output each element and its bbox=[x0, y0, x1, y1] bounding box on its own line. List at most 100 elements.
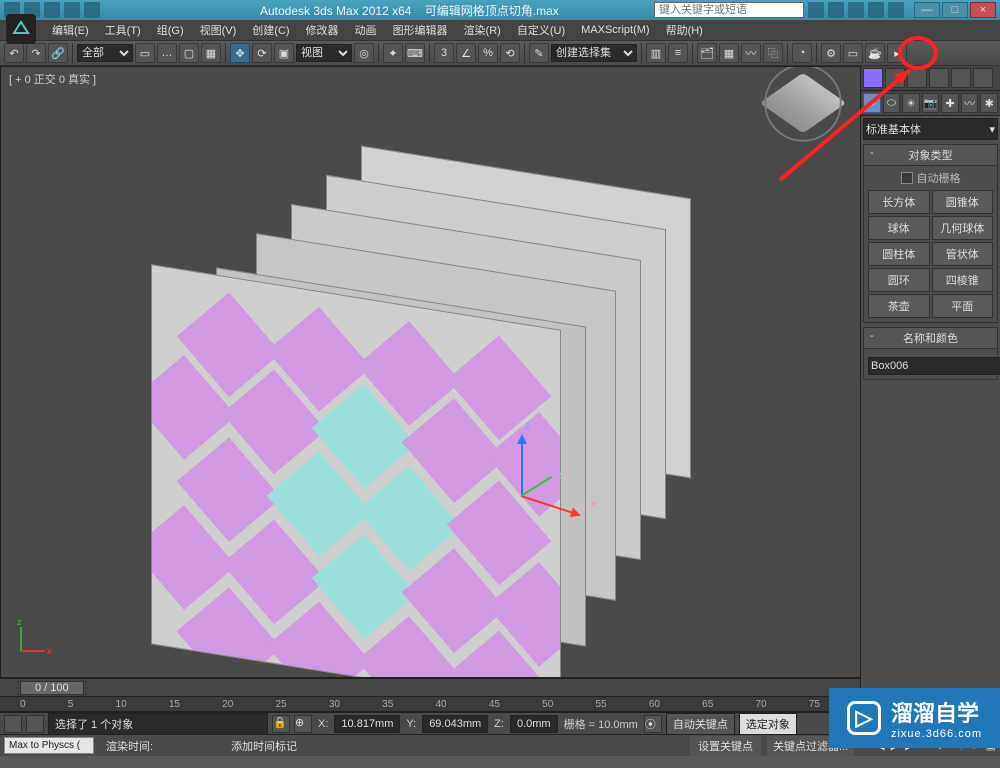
viewcube[interactable] bbox=[760, 73, 847, 134]
link-button[interactable]: 🔗 bbox=[48, 43, 68, 63]
select-and-rotate-button[interactable]: ⟳ bbox=[252, 43, 272, 63]
qat-save-icon[interactable] bbox=[44, 2, 60, 18]
subtab-cameras[interactable]: 📷 bbox=[922, 93, 940, 113]
mirror-button[interactable]: ▥ bbox=[646, 43, 666, 63]
subtab-spacewarps[interactable]: 〰 bbox=[961, 93, 979, 113]
snap-toggle-button[interactable]: 3 bbox=[434, 43, 454, 63]
status-isolate-icon[interactable] bbox=[26, 715, 44, 733]
qat-undo-icon[interactable] bbox=[64, 2, 80, 18]
tab-modify[interactable] bbox=[885, 68, 905, 88]
viewport-label[interactable]: [ + 0 正交 0 真实 ] bbox=[9, 71, 96, 87]
tab-hierarchy[interactable] bbox=[907, 68, 927, 88]
absolute-mode-icon[interactable]: ⊕ bbox=[294, 715, 312, 733]
use-pivot-center-button[interactable]: ◎ bbox=[354, 43, 374, 63]
subtab-lights[interactable]: ☀ bbox=[902, 93, 920, 113]
edit-named-selections-button[interactable]: ✎ bbox=[529, 43, 549, 63]
render-setup-button[interactable]: ⚙ bbox=[821, 43, 841, 63]
autokey-button[interactable]: 自动关键点 bbox=[666, 713, 735, 735]
menu-group[interactable]: 组(G) bbox=[149, 20, 192, 40]
percent-snap-button[interactable]: % bbox=[478, 43, 498, 63]
menu-rendering[interactable]: 渲染(R) bbox=[456, 20, 509, 40]
tab-display[interactable] bbox=[951, 68, 971, 88]
undo-button[interactable]: ↶ bbox=[4, 43, 24, 63]
graphite-tools-button[interactable]: ▦ bbox=[719, 43, 739, 63]
menu-grapheditors[interactable]: 图形编辑器 bbox=[385, 20, 456, 40]
qat-redo-icon[interactable] bbox=[84, 2, 100, 18]
set-key-button[interactable]: 设置关键点 bbox=[690, 736, 761, 756]
prim-geosphere-button[interactable]: 几何球体 bbox=[932, 216, 994, 240]
render-iterative-button[interactable]: ▸ bbox=[887, 43, 907, 63]
maxscript-mini-listener[interactable] bbox=[4, 737, 94, 754]
menu-animation[interactable]: 动画 bbox=[347, 20, 385, 40]
menu-maxscript[interactable]: MAXScript(M) bbox=[573, 22, 657, 38]
subtab-helpers[interactable]: ✚ bbox=[941, 93, 959, 113]
prim-cone-button[interactable]: 圆锥体 bbox=[932, 190, 994, 214]
curve-editor-button[interactable]: 〰 bbox=[741, 43, 761, 63]
select-by-name-button[interactable]: … bbox=[157, 43, 177, 63]
subtab-systems[interactable]: ✱ bbox=[980, 93, 998, 113]
viewport[interactable]: [ + 0 正交 0 真实 ] bbox=[0, 66, 1000, 678]
select-and-move-button[interactable]: ✥ bbox=[230, 43, 250, 63]
coord-y-input[interactable]: 69.043mm bbox=[422, 715, 488, 733]
menu-modifiers[interactable]: 修改器 bbox=[298, 20, 347, 40]
infocenter-search-icon[interactable] bbox=[808, 2, 824, 18]
coord-z-input[interactable]: 0.0mm bbox=[510, 715, 558, 733]
help-icon[interactable] bbox=[888, 2, 904, 18]
add-time-tag-label[interactable]: 添加时间标记 bbox=[231, 738, 297, 754]
schematic-view-button[interactable]: ⿻ bbox=[763, 43, 783, 63]
rollout-header[interactable]: 对象类型 bbox=[864, 145, 997, 166]
menu-create[interactable]: 创建(C) bbox=[244, 20, 297, 40]
status-lock-icon[interactable] bbox=[4, 715, 22, 733]
prim-sphere-button[interactable]: 球体 bbox=[868, 216, 930, 240]
prim-box-button[interactable]: 长方体 bbox=[868, 190, 930, 214]
layer-manager-button[interactable]: 🗂 bbox=[697, 43, 717, 63]
render-production-button[interactable]: ☕ bbox=[865, 43, 885, 63]
select-and-scale-button[interactable]: ▣ bbox=[274, 43, 294, 63]
redo-button[interactable]: ↷ bbox=[26, 43, 46, 63]
keyboard-shortcut-override-button[interactable]: ⌨ bbox=[405, 43, 425, 63]
time-config-icon[interactable]: ⦿ bbox=[644, 715, 662, 733]
key-filter-selected[interactable]: 选定对象 bbox=[739, 713, 797, 735]
maximize-button[interactable]: □ bbox=[942, 2, 968, 18]
time-slider-handle[interactable]: 0 / 100 bbox=[20, 681, 84, 695]
prim-teapot-button[interactable]: 茶壶 bbox=[868, 294, 930, 318]
autogrid-checkbox[interactable]: 自动栅格 bbox=[868, 170, 993, 186]
tab-create[interactable] bbox=[863, 68, 883, 88]
material-editor-button[interactable]: ◔ bbox=[792, 43, 812, 63]
prim-torus-button[interactable]: 圆环 bbox=[868, 268, 930, 292]
menu-tools[interactable]: 工具(T) bbox=[97, 20, 149, 40]
selection-filter-dropdown[interactable]: 全部 bbox=[77, 44, 133, 62]
prim-cylinder-button[interactable]: 圆柱体 bbox=[868, 242, 930, 266]
angle-snap-button[interactable]: ∠ bbox=[456, 43, 476, 63]
select-manipulate-button[interactable]: ✦ bbox=[383, 43, 403, 63]
coord-x-input[interactable]: 10.817mm bbox=[334, 715, 400, 733]
rendered-frame-window-button[interactable]: ▭ bbox=[843, 43, 863, 63]
select-region-button[interactable]: ▢ bbox=[179, 43, 199, 63]
rollout-header[interactable]: 名称和颜色 bbox=[864, 328, 997, 349]
prim-tube-button[interactable]: 管状体 bbox=[932, 242, 994, 266]
tab-motion[interactable] bbox=[929, 68, 949, 88]
selection-lock-icon[interactable]: 🔒 bbox=[272, 715, 290, 733]
select-object-button[interactable]: ▭ bbox=[135, 43, 155, 63]
align-button[interactable]: ≡ bbox=[668, 43, 688, 63]
window-crossing-button[interactable]: ▦ bbox=[201, 43, 221, 63]
subscription-icon[interactable] bbox=[828, 2, 844, 18]
menu-views[interactable]: 视图(V) bbox=[192, 20, 245, 40]
menu-edit[interactable]: 编辑(E) bbox=[44, 20, 97, 40]
menu-customize[interactable]: 自定义(U) bbox=[509, 20, 573, 40]
named-selection-dropdown[interactable]: 创建选择集 bbox=[551, 44, 637, 62]
geometry-category-dropdown[interactable]: 标准基本体 bbox=[863, 118, 998, 140]
ref-coord-dropdown[interactable]: 视图 bbox=[296, 44, 352, 62]
subtab-geometry[interactable]: ○ bbox=[863, 93, 881, 113]
object-name-input[interactable] bbox=[868, 357, 1000, 375]
favorites-icon[interactable] bbox=[868, 2, 884, 18]
help-search-input[interactable] bbox=[654, 2, 804, 18]
tab-utilities[interactable] bbox=[973, 68, 993, 88]
application-button[interactable] bbox=[6, 14, 36, 44]
exchange-icon[interactable] bbox=[848, 2, 864, 18]
menu-help[interactable]: 帮助(H) bbox=[658, 20, 711, 40]
subtab-shapes[interactable]: ⬭ bbox=[883, 93, 901, 113]
spinner-snap-button[interactable]: ⟲ bbox=[500, 43, 520, 63]
prim-pyramid-button[interactable]: 四棱锥 bbox=[932, 268, 994, 292]
close-button[interactable]: × bbox=[970, 2, 996, 18]
